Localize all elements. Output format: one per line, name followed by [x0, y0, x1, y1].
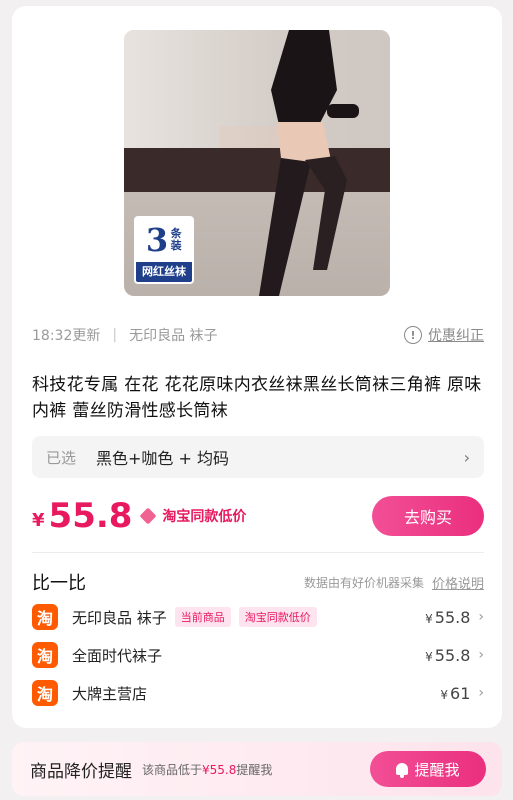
- bell-icon: [396, 763, 409, 778]
- product-photo-figure: [219, 30, 359, 296]
- product-card: 3 条装 网红丝袜 18:32更新 | 无印良品 袜子 ! 优惠纠正 科技花专属…: [12, 6, 502, 728]
- currency-symbol: ¥: [32, 509, 45, 531]
- badge-label: 网红丝袜: [142, 265, 186, 278]
- product-image[interactable]: 3 条装 网红丝袜: [124, 30, 390, 296]
- correction-link[interactable]: 优惠纠正: [428, 325, 484, 345]
- taobao-icon: 淘: [32, 680, 58, 706]
- store-price: ¥61: [440, 683, 471, 703]
- badge-unit: 条装: [170, 227, 182, 252]
- taobao-icon: 淘: [32, 642, 58, 668]
- pack-badge: 3 条装 网红丝袜: [134, 216, 194, 284]
- store-row[interactable]: 淘 无印良品 袜子 当前商品 淘宝同款低价 ¥55.8 ›: [32, 602, 484, 632]
- store-name: 大牌主营店: [72, 684, 148, 703]
- selected-label: 已选: [46, 448, 77, 467]
- divider: [32, 552, 484, 553]
- low-price-tag: 淘宝同款低价: [139, 506, 247, 526]
- current-item-tag: 当前商品: [174, 607, 231, 627]
- taobao-icon: 淘: [32, 604, 58, 630]
- product-title: 科技花专属 在花 花花原味内衣丝袜黑丝长筒袜三角裤 原味内裤 蕾丝防滑性感长筒袜: [32, 375, 482, 421]
- updated-time: 18:32更新: [32, 328, 101, 344]
- chevron-right-icon: ›: [463, 447, 470, 467]
- correction-link-wrap[interactable]: ! 优惠纠正: [404, 325, 484, 345]
- sku-selector[interactable]: 已选 黑色+咖色 + 均码 ›: [32, 436, 484, 478]
- diamond-icon: [139, 507, 157, 525]
- store-name: 无印良品 袜子: [72, 608, 167, 627]
- brand-name: 无印良品 袜子: [129, 328, 218, 344]
- compare-note: 数据由有好价机器采集: [303, 575, 424, 590]
- store-row[interactable]: 淘 全面时代袜子 ¥55.8 ›: [32, 640, 484, 670]
- chevron-right-icon: ›: [478, 609, 484, 625]
- store-row[interactable]: 淘 大牌主营店 ¥61 ›: [32, 678, 484, 708]
- price-row: ¥ 55.8 淘宝同款低价 去购买: [32, 494, 484, 538]
- chevron-right-icon: ›: [478, 647, 484, 663]
- remind-me-button[interactable]: 提醒我: [370, 751, 486, 787]
- store-price: ¥55.8: [425, 607, 471, 627]
- reminder-desc: 该商品低于¥55.8提醒我: [142, 762, 273, 777]
- low-price-tag-small: 淘宝同款低价: [238, 607, 317, 627]
- remind-button-label: 提醒我: [414, 760, 460, 779]
- price-explanation-link[interactable]: 价格说明: [432, 573, 484, 592]
- low-price-label: 淘宝同款低价: [162, 509, 247, 525]
- price-amount: 55.8: [48, 496, 133, 536]
- store-price: ¥55.8: [425, 645, 471, 665]
- meta-separator: |: [112, 327, 118, 343]
- meta-row: 18:32更新 | 无印良品 袜子 ! 优惠纠正: [32, 324, 484, 346]
- store-name: 全面时代袜子: [72, 646, 163, 665]
- chevron-right-icon: ›: [478, 685, 484, 701]
- compare-header: 比一比 数据由有好价机器采集 价格说明: [32, 570, 484, 594]
- compare-title: 比一比: [32, 573, 86, 594]
- badge-number: 3: [145, 221, 169, 259]
- selected-value: 黑色+咖色 + 均码: [96, 449, 230, 468]
- exclamation-icon: !: [404, 326, 422, 344]
- price-drop-reminder: 商品降价提醒 该商品低于¥55.8提醒我 提醒我: [12, 742, 502, 796]
- reminder-title: 商品降价提醒: [30, 761, 132, 782]
- buy-button[interactable]: 去购买: [372, 496, 484, 536]
